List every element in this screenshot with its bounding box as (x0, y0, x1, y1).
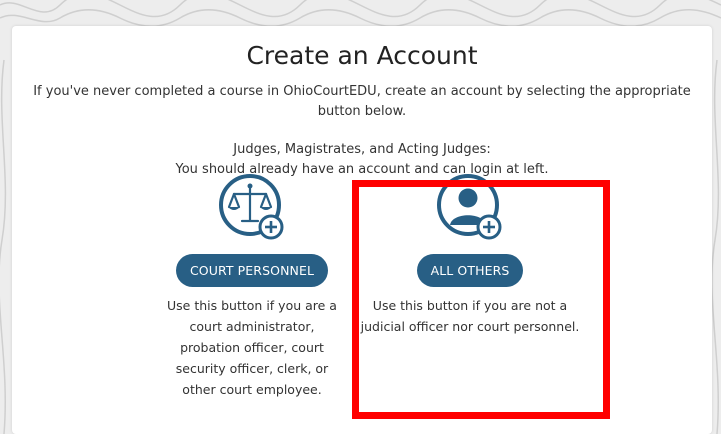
court-personnel-description: Use this button if you are a court admin… (167, 298, 337, 397)
court-personnel-button[interactable]: COURT PERSONNEL (175, 254, 329, 287)
judges-notice-line-1: Judges, Magistrates, and Acting Judges: (233, 142, 491, 157)
intro-text: If you've never completed a course in Oh… (33, 84, 691, 119)
highlight-box (352, 180, 610, 419)
scales-of-justice-icon (219, 174, 284, 240)
page-title: Create an Account (246, 41, 478, 70)
court-personnel-option: COURT PERSONNEL Use this button if you a… (132, 172, 372, 400)
